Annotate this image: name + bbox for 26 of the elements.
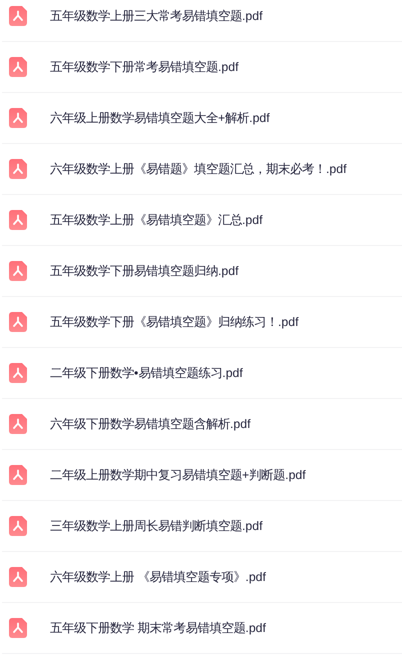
file-name[interactable]: 二年级上册数学期中复习易错填空题+判断题.pdf [50, 466, 306, 484]
file-name[interactable]: 五年级数学下册易错填空题归纳.pdf [50, 262, 239, 280]
file-name[interactable]: 三年级数学上册周长易错判断填空题.pdf [50, 518, 263, 534]
pdf-file-icon [9, 261, 27, 281]
pdf-file-icon [9, 159, 27, 179]
pdf-file-icon [9, 414, 27, 434]
file-name[interactable]: 二年级下册数学•易错填空题练习.pdf [50, 364, 243, 382]
file-name[interactable]: 六年级下册数学易错填空题含解析.pdf [50, 416, 251, 432]
pdf-file-icon [9, 210, 27, 230]
pdf-file-icon [9, 363, 27, 383]
file-name[interactable]: 六年级数学上册 《易错填空题专项》.pdf [50, 568, 266, 586]
pdf-file-icon [9, 57, 27, 77]
pdf-file-icon [9, 567, 27, 587]
pdf-file-icon [9, 6, 27, 26]
file-name[interactable]: 五年级下册数学 期末常考易错填空题.pdf [50, 620, 266, 636]
pdf-file-icon [9, 618, 27, 638]
pdf-file-icon [9, 312, 27, 332]
pdf-file-icon [9, 516, 27, 536]
pdf-file-icon [9, 465, 27, 485]
file-name[interactable]: 五年级数学上册《易错填空题》汇总.pdf [50, 212, 263, 228]
file-name[interactable]: 五年级数学下册《易错填空题》归纳练习！.pdf [50, 314, 299, 330]
pdf-file-icon [9, 108, 27, 128]
file-name[interactable]: 五年级数学上册三大常考易错填空题.pdf [50, 8, 263, 24]
file-name[interactable]: 五年级数学下册常考易错填空题.pdf [50, 58, 239, 76]
file-name[interactable]: 六年级数学上册《易错题》填空题汇总，期末必考！.pdf [50, 160, 347, 178]
file-name[interactable]: 六年级上册数学易错填空题大全+解析.pdf [50, 110, 270, 126]
